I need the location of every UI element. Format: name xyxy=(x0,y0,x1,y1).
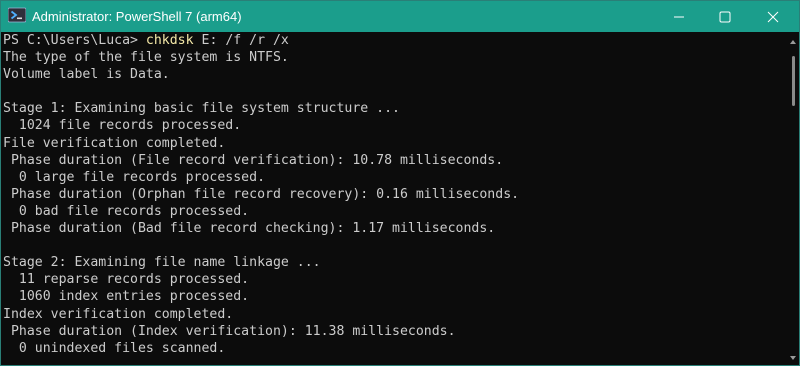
minimize-button[interactable] xyxy=(655,1,701,32)
scrollbar-thumb[interactable] xyxy=(792,56,795,106)
maximize-button[interactable] xyxy=(701,1,747,32)
output-line: Stage 1: Examining basic file system str… xyxy=(3,101,400,117)
output-line: Phase duration (File record verification… xyxy=(3,152,504,168)
output-line: Phase duration (Index verification): 11.… xyxy=(3,323,456,339)
command-name: chkdsk xyxy=(145,33,194,48)
console-output[interactable]: PS C:\Users\Luca> chkdsk E: /f /r /x The… xyxy=(1,32,787,365)
output-line: 1060 index entries processed. xyxy=(3,289,250,305)
vertical-scrollbar[interactable] xyxy=(789,34,798,364)
output-line: 0 large file records processed. xyxy=(3,169,266,185)
output-line: 0 bad file records processed. xyxy=(3,203,250,219)
output-line: Phase duration (Orphan file record recov… xyxy=(3,186,520,202)
title-bar[interactable]: Administrator: PowerShell 7 (arm64) xyxy=(1,1,799,32)
output-line: 1024 file records processed. xyxy=(3,118,242,134)
maximize-icon xyxy=(719,11,731,23)
output-line: Phase duration (Bad file record checking… xyxy=(3,221,496,237)
output-line: 0 unindexed files scanned. xyxy=(3,340,226,356)
output-line: Index verification completed. xyxy=(3,306,234,322)
window-title: Administrator: PowerShell 7 (arm64) xyxy=(32,9,242,24)
prompt: PS C:\Users\Luca> xyxy=(3,33,146,48)
command-line: PS C:\Users\Luca> chkdsk E: /f /r /x xyxy=(3,32,787,49)
close-icon xyxy=(767,11,779,23)
output-line: Volume label is Data. xyxy=(3,67,170,83)
powershell-icon xyxy=(7,7,27,23)
output-line: Stage 2: Examining file name linkage ... xyxy=(3,255,321,271)
scroll-down-arrow-icon[interactable] xyxy=(790,356,796,360)
close-button[interactable] xyxy=(747,1,799,32)
scroll-up-arrow-icon[interactable] xyxy=(790,40,796,44)
powershell-window: Administrator: PowerShell 7 (arm64) PS C… xyxy=(0,0,800,366)
output-line: File verification completed. xyxy=(3,135,226,151)
minimize-icon xyxy=(674,16,684,18)
command-args: E: /f /r /x xyxy=(193,33,289,48)
output-line: 11 reparse records processed. xyxy=(3,272,250,288)
output-line: The type of the file system is NTFS. xyxy=(3,50,289,66)
